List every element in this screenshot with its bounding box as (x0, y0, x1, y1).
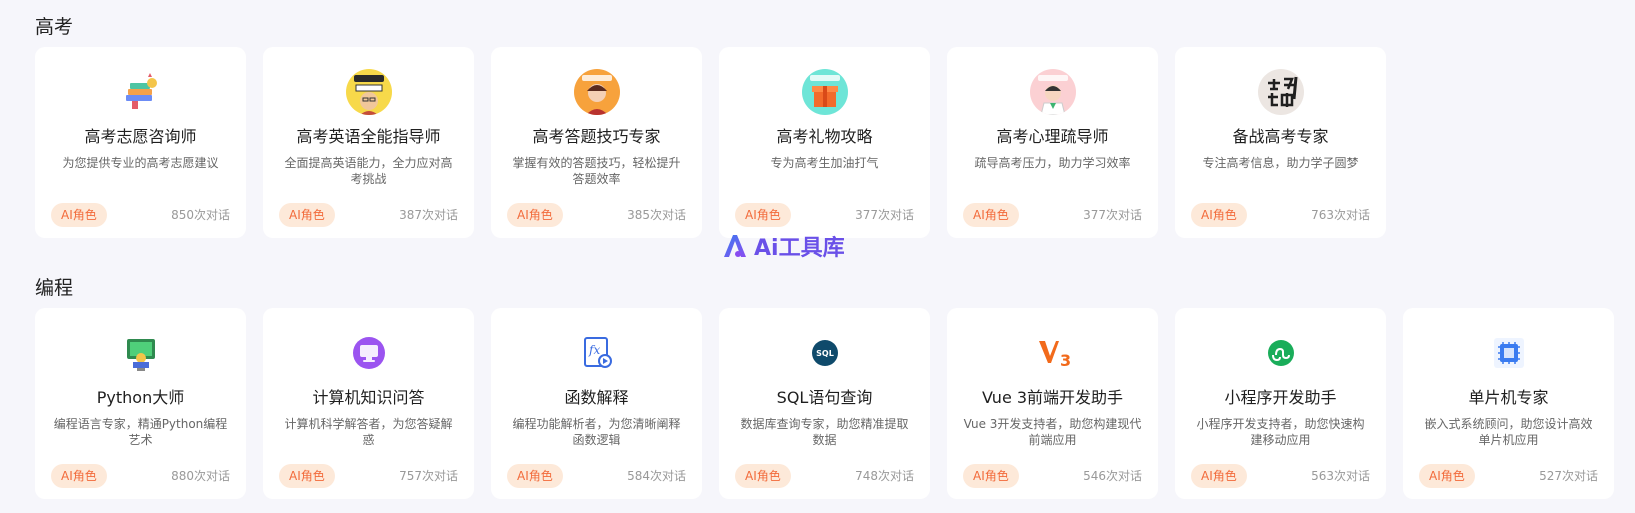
books-illustration-icon (118, 69, 164, 115)
role-name: Python大师 (96, 388, 185, 407)
conversation-count: 387次对话 (399, 208, 458, 222)
ai-role-badge: AI角色 (963, 464, 1019, 488)
english-teacher-avatar-icon (346, 69, 392, 115)
role-description: 为您提供专业的高考志愿建议 (62, 156, 219, 170)
role-card[interactable]: 高考心理疏导师 疏导高考压力，助力学习效率 AI角色 377次对话 (947, 47, 1158, 238)
card-row-programming: Python大师 编程语言专家，精通Python编程艺术 AI角色 880次对话… (35, 308, 1614, 499)
role-name: 计算机知识问答 (312, 388, 425, 407)
role-description: 专注高考信息，助力学子圆梦 (1202, 156, 1359, 170)
ai-role-badge: AI角色 (507, 203, 563, 227)
section-title-gaokao: 高考 (35, 16, 74, 38)
ai-role-badge: AI角色 (735, 203, 791, 227)
conversation-count: 584次对话 (627, 469, 686, 483)
chip-icon (1486, 330, 1532, 376)
role-description: 专为高考生加油打气 (770, 156, 879, 170)
conversation-count: 546次对话 (1083, 469, 1142, 483)
role-card[interactable]: 单片机专家 嵌入式系统顾问，助您设计高效单片机应用 AI角色 527次对话 (1403, 308, 1614, 499)
svg-text:3: 3 (1060, 351, 1071, 370)
ai-role-badge: AI角色 (279, 464, 335, 488)
role-card[interactable]: Python大师 编程语言专家，精通Python编程艺术 AI角色 880次对话 (35, 308, 246, 499)
conversation-count: 748次对话 (855, 469, 914, 483)
conversation-count: 563次对话 (1311, 469, 1370, 483)
role-name: 高考英语全能指导师 (296, 127, 441, 146)
role-name: 函数解释 (564, 388, 629, 407)
ai-role-badge: AI角色 (1419, 464, 1475, 488)
role-description: 掌握有效的答题技巧，轻松提升答题效率 (512, 156, 681, 186)
role-name: 高考心理疏导师 (996, 127, 1109, 146)
ai-role-badge: AI角色 (507, 464, 563, 488)
role-card[interactable]: 3 Vue 3前端开发助手 Vue 3开发支持者，助您构建现代前端应用 AI角色… (947, 308, 1158, 499)
role-name: 高考答题技巧专家 (532, 127, 661, 146)
role-description: 嵌入式系统顾问，助您设计高效单片机应用 (1424, 417, 1593, 447)
conversation-count: 377次对话 (1083, 208, 1142, 222)
watermark-logo-icon (724, 235, 746, 257)
gift-box-icon (802, 69, 848, 115)
watermark-text: Ai工具库 (754, 236, 845, 261)
role-card[interactable]: fx 函数解释 编程功能解析者，为您清晰阐释函数逻辑 AI角色 584次对话 (491, 308, 702, 499)
role-description: 编程语言专家，精通Python编程艺术 (53, 417, 228, 447)
ai-role-badge: AI角色 (51, 203, 107, 227)
conversation-count: 385次对话 (627, 208, 686, 222)
page: 高考 高考志愿咨询师 为您提供专业的高考志愿建议 AI角色 850次对话 高考英… (0, 0, 1635, 513)
role-description: 疏导高考压力，助力学习效率 (974, 156, 1131, 170)
role-name: 单片机专家 (1468, 388, 1549, 407)
role-card[interactable]: 备战高考专家 专注高考信息，助力学子圆梦 AI角色 763次对话 (1175, 47, 1386, 238)
sql-label: SQL (816, 349, 834, 358)
sql-icon: SQL (802, 330, 848, 376)
role-description: 全面提高英语能力，全力应对高考挑战 (284, 156, 453, 186)
role-description: 编程功能解析者，为您清晰阐释函数逻辑 (512, 417, 681, 447)
mini-program-icon (1258, 330, 1304, 376)
role-card[interactable]: 小程序开发助手 小程序开发支持者，助您快速构建移动应用 AI角色 563次对话 (1175, 308, 1386, 499)
ai-tools-watermark: Ai工具库 (722, 230, 845, 262)
conversation-count: 763次对话 (1311, 208, 1370, 222)
card-row-gaokao: 高考志愿咨询师 为您提供专业的高考志愿建议 AI角色 850次对话 高考英语全能… (35, 47, 1386, 238)
programmer-monitor-icon (118, 330, 164, 376)
role-name: 备战高考专家 (1232, 127, 1329, 146)
vue3-logo-icon: 3 (1030, 330, 1076, 376)
ai-role-badge: AI角色 (51, 464, 107, 488)
ai-role-badge: AI角色 (279, 203, 335, 227)
role-card[interactable]: 高考志愿咨询师 为您提供专业的高考志愿建议 AI角色 850次对话 (35, 47, 246, 238)
role-name: 小程序开发助手 (1224, 388, 1337, 407)
role-name: Vue 3前端开发助手 (981, 388, 1124, 407)
role-card[interactable]: 高考礼物攻略 专为高考生加油打气 AI角色 377次对话 (719, 47, 930, 238)
conversation-count: 377次对话 (855, 208, 914, 222)
doctor-avatar-icon (1030, 69, 1076, 115)
ai-role-badge: AI角色 (735, 464, 791, 488)
conversation-count: 850次对话 (171, 208, 230, 222)
role-description: Vue 3开发支持者，助您构建现代前端应用 (963, 417, 1142, 447)
function-icon: fx (574, 330, 620, 376)
monitor-icon (346, 330, 392, 376)
role-description: 数据库查询专家，助您精准提取数据 (740, 417, 909, 447)
conversation-count: 880次对话 (171, 469, 230, 483)
conversation-count: 757次对话 (399, 469, 458, 483)
role-card[interactable]: 高考答题技巧专家 掌握有效的答题技巧，轻松提升答题效率 AI角色 385次对话 (491, 47, 702, 238)
section-title-programming: 编程 (35, 277, 74, 299)
svg-text:fx: fx (588, 343, 600, 357)
role-card[interactable]: 计算机知识问答 计算机科学解答者，为您答疑解惑 AI角色 757次对话 (263, 308, 474, 499)
role-description: 计算机科学解答者，为您答疑解惑 (284, 417, 453, 447)
ai-role-badge: AI角色 (1191, 203, 1247, 227)
role-card[interactable]: 高考英语全能指导师 全面提高英语能力，全力应对高考挑战 AI角色 387次对话 (263, 47, 474, 238)
role-name: SQL语句查询 (776, 388, 873, 407)
ai-role-badge: AI角色 (1191, 464, 1247, 488)
role-name: 高考志愿咨询师 (84, 127, 197, 146)
role-card[interactable]: SQL SQL语句查询 数据库查询专家，助您精准提取数据 AI角色 748次对话 (719, 308, 930, 499)
conversation-count: 527次对话 (1539, 469, 1598, 483)
role-name: 高考礼物攻略 (776, 127, 873, 146)
calligraphy-icon (1258, 69, 1304, 115)
ai-role-badge: AI角色 (963, 203, 1019, 227)
student-avatar-icon (574, 69, 620, 115)
role-description: 小程序开发支持者，助您快速构建移动应用 (1196, 417, 1365, 447)
